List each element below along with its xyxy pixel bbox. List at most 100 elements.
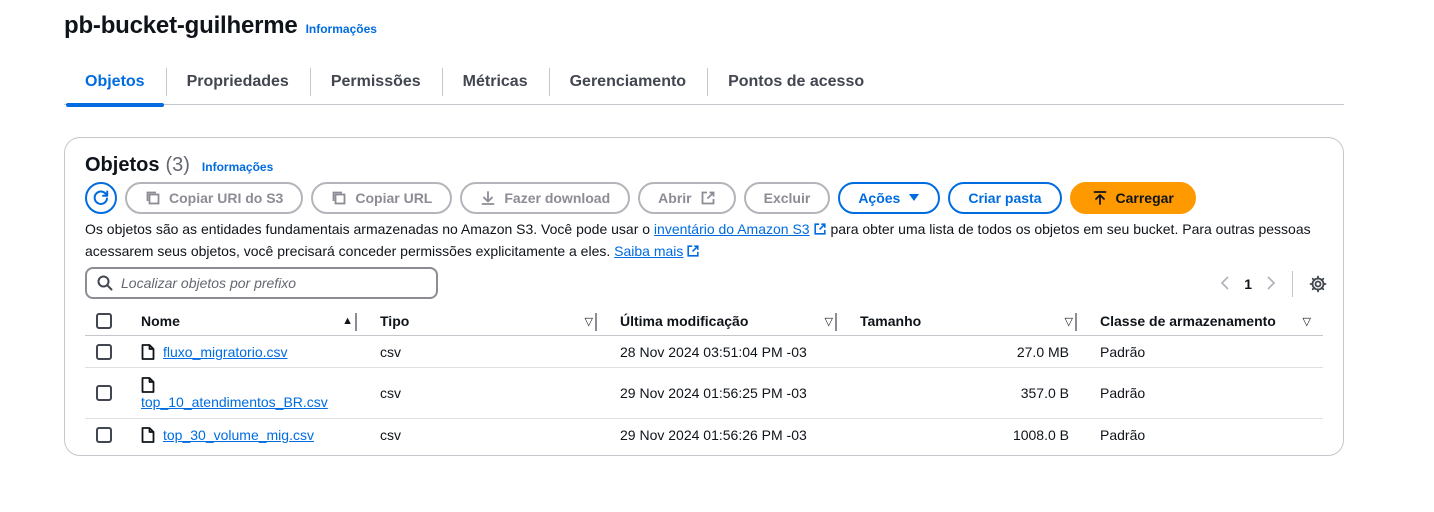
upload-label: Carregar xyxy=(1115,190,1174,206)
row-select-cell xyxy=(85,343,125,360)
file-type-cell: csv xyxy=(380,385,401,401)
next-page-icon[interactable] xyxy=(1266,274,1276,295)
page-title: pb-bucket-guilherme xyxy=(64,12,298,39)
column-header-name[interactable]: Nome ▲ xyxy=(125,306,365,336)
column-header-type[interactable]: Tipo ▽ xyxy=(355,306,605,336)
search-icon xyxy=(97,275,113,291)
tab-metrics[interactable]: Métricas xyxy=(441,60,549,105)
previous-page-icon[interactable] xyxy=(1220,274,1230,295)
delete-label: Excluir xyxy=(763,190,811,206)
size-cell: 357.0 B xyxy=(1020,385,1069,401)
actions-dropdown-button[interactable]: Ações xyxy=(838,182,941,214)
search-input[interactable] xyxy=(121,275,421,291)
file-icon xyxy=(141,427,155,443)
row-checkbox[interactable] xyxy=(96,343,112,360)
actions-label: Ações xyxy=(858,190,901,206)
size-cell: 1008.0 B xyxy=(1012,427,1069,443)
open-button[interactable]: Abrir xyxy=(638,182,736,214)
description-text-1: Os objetos são as entidades fundamentais… xyxy=(85,221,654,237)
last-modified-cell: 28 Nov 2024 03:51:04 PM -03 xyxy=(620,343,807,360)
row-checkbox[interactable] xyxy=(96,427,112,443)
copy-url-label: Copiar URL xyxy=(355,190,433,206)
delete-button[interactable]: Excluir xyxy=(743,182,831,214)
tab-permissions[interactable]: Permissões xyxy=(309,60,442,105)
objects-count: (3) xyxy=(165,154,190,176)
file-name-cell: top_10_atendimentos_BR.csv xyxy=(125,376,365,410)
sort-icon: ▽ xyxy=(1302,315,1311,328)
open-label: Abrir xyxy=(658,190,692,206)
file-type-cell: csv xyxy=(380,427,401,443)
download-label: Fazer download xyxy=(504,190,611,206)
column-header-label: Tipo xyxy=(380,312,410,329)
objects-info-link[interactable]: Informações xyxy=(202,160,273,174)
upload-button[interactable]: Carregar xyxy=(1069,182,1196,214)
table-row: fluxo_migratorio.csv csv 28 Nov 2024 03:… xyxy=(85,336,1323,368)
file-icon xyxy=(141,376,155,393)
file-link[interactable]: fluxo_migratorio.csv xyxy=(163,344,288,360)
external-link-icon xyxy=(700,190,716,206)
column-header-label: Nome xyxy=(141,312,180,329)
tab-management[interactable]: Gerenciamento xyxy=(548,60,707,105)
tab-objects[interactable]: Objetos xyxy=(64,60,166,107)
copy-icon xyxy=(331,190,347,206)
s3-inventory-link-label: inventário do Amazon S3 xyxy=(653,221,810,237)
copy-s3-uri-label: Copiar URI do S3 xyxy=(169,190,284,206)
objects-table: Nome ▲ Tipo ▽ Última modificação ▽ Tamanho ▽… xyxy=(85,306,1323,451)
copy-icon xyxy=(145,190,161,206)
tab-access-points[interactable]: Pontos de acesso xyxy=(707,60,885,105)
last-modified-cell: 29 Nov 2024 01:56:25 PM -03 xyxy=(620,385,807,401)
sort-icon: ▽ xyxy=(824,315,833,328)
s3-inventory-link[interactable]: inventário do Amazon S3 xyxy=(654,221,827,237)
column-header-size[interactable]: Tamanho ▽ xyxy=(835,306,1085,336)
file-name-cell: fluxo_migratorio.csv xyxy=(125,344,365,360)
select-all-cell xyxy=(85,306,125,336)
download-icon xyxy=(480,190,496,206)
gear-icon[interactable] xyxy=(1309,275,1327,293)
storage-class-cell: Padrão xyxy=(1100,427,1146,443)
learn-more-link[interactable]: Saiba mais xyxy=(614,243,700,259)
last-modified-cell: 29 Nov 2024 01:56:26 PM -03 xyxy=(620,427,807,443)
file-link[interactable]: top_10_atendimentos_BR.csv xyxy=(141,394,328,410)
objects-panel-title: Objetos xyxy=(85,154,160,176)
pagination: 1 xyxy=(1220,271,1327,297)
select-all-checkbox[interactable] xyxy=(96,312,112,329)
column-header-label: Tamanho xyxy=(860,312,922,329)
refresh-button[interactable] xyxy=(85,182,117,214)
download-button[interactable]: Fazer download xyxy=(460,182,631,214)
objects-panel-header: Objetos (3) Informações xyxy=(85,154,273,177)
storage-class-cell: Padrão xyxy=(1100,343,1146,360)
tab-bar: Objetos Propriedades Permissões Métricas… xyxy=(64,60,1344,107)
copy-url-button[interactable]: Copiar URL xyxy=(311,182,453,214)
column-header-last-modified[interactable]: Última modificação ▽ xyxy=(595,306,845,336)
objects-panel: Objetos (3) Informações Copiar URI do S3… xyxy=(64,137,1344,456)
row-checkbox[interactable] xyxy=(96,385,112,401)
learn-more-link-label: Saiba mais xyxy=(614,243,684,259)
objects-toolbar: Copiar URI do S3 Copiar URL Fazer downlo… xyxy=(85,182,1196,214)
refresh-icon xyxy=(92,189,110,207)
search-box xyxy=(85,267,438,299)
column-header-storage-class[interactable]: Classe de armazenamento ▽ xyxy=(1075,306,1323,336)
create-folder-button[interactable]: Criar pasta xyxy=(948,182,1062,214)
file-type-cell: csv xyxy=(380,343,401,360)
copy-s3-uri-button[interactable]: Copiar URI do S3 xyxy=(125,182,304,214)
sort-icon: ▽ xyxy=(1064,315,1073,328)
table-header-row: Nome ▲ Tipo ▽ Última modificação ▽ Tamanho ▽… xyxy=(85,306,1323,336)
caret-down-icon xyxy=(908,193,920,203)
external-link-icon xyxy=(813,221,827,241)
external-link-icon xyxy=(686,243,700,263)
storage-class-cell: Padrão xyxy=(1100,385,1146,401)
file-icon xyxy=(141,343,155,360)
table-row: top_10_atendimentos_BR.csv csv 29 Nov 20… xyxy=(85,368,1323,419)
table-row: top_30_volume_mig.csv csv 29 Nov 2024 01… xyxy=(85,419,1323,451)
sort-ascending-icon: ▲ xyxy=(342,314,353,327)
file-link[interactable]: top_30_volume_mig.csv xyxy=(163,427,314,443)
file-name-cell: top_30_volume_mig.csv xyxy=(125,427,365,443)
objects-description: Os objetos são as entidades fundamentais… xyxy=(85,219,1325,263)
row-select-cell xyxy=(85,385,125,401)
size-cell: 27.0 MB xyxy=(1016,343,1069,360)
create-folder-label: Criar pasta xyxy=(968,190,1042,206)
info-link[interactable]: Informações xyxy=(306,22,377,36)
current-page[interactable]: 1 xyxy=(1244,276,1252,292)
column-header-label: Última modificação xyxy=(620,312,749,329)
tab-properties[interactable]: Propriedades xyxy=(165,60,310,105)
